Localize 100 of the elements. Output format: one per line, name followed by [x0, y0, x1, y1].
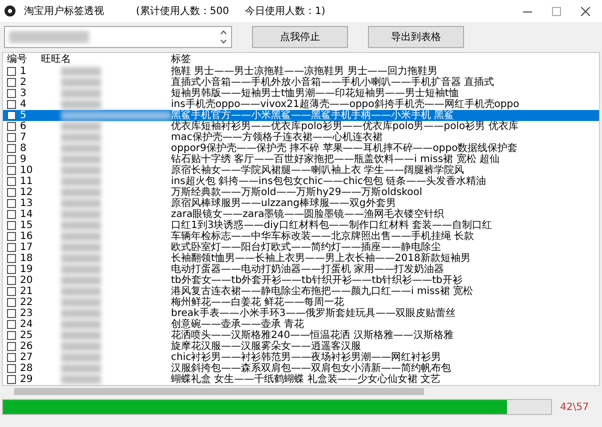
checkbox[interactable]	[7, 331, 16, 340]
table-row[interactable]: 19 电动打蛋器——电动打奶油器——打蛋机 家用——打发奶油器	[3, 264, 599, 275]
column-header[interactable]: 标签	[171, 54, 599, 64]
checkbox[interactable]	[7, 364, 16, 373]
row-number: 28	[20, 364, 33, 374]
column-header[interactable]: 旺旺名	[41, 54, 171, 64]
blurred-name	[61, 144, 101, 153]
row-number: 19	[20, 264, 33, 274]
column-header[interactable]: 编号	[3, 54, 41, 64]
tag-cell: 短袖男韩版——短袖男士t恤男潮——印花短袖男——男士短袖t恤	[171, 88, 459, 98]
table-row[interactable]: 2 直插式小音箱——手机外放小音箱——手机小喇叭——手机扩音器 直插式	[3, 77, 599, 88]
checkbox[interactable]	[7, 166, 16, 175]
tag-cell: 蝴蝶礼盒 女生——千纸鹤蝴蝶 礼盒装——少女心仙女裙 文艺	[171, 374, 441, 384]
tag-cell: 口红1到3块诱惑——diy口红材料包——制作口红材料 套装——自制口红	[171, 220, 492, 230]
table-row[interactable]: 3 短袖男韩版——短袖男士t恤男潮——印花短袖男——男士短袖t恤	[3, 88, 599, 99]
checkbox[interactable]	[7, 232, 16, 241]
checkbox[interactable]	[7, 100, 16, 109]
row-number: 6	[20, 122, 26, 132]
checkbox[interactable]	[7, 342, 16, 351]
checkbox[interactable]	[7, 298, 16, 307]
table-row[interactable]: 12 万斯经典款——万斯old——万斯hy29——万斯oldskool	[3, 187, 599, 198]
table-row[interactable]: 25 花洒喷头——汉斯格雅240——恒温花洒 汉斯格雅——汉斯格雅	[3, 330, 599, 341]
checkbox[interactable]	[7, 78, 16, 87]
table-row[interactable]: 6 优衣库短袖衬衫男——优衣库polo衫男——优衣库polo男——polo衫男 优衣库	[3, 121, 599, 132]
table-row[interactable]: 9 钻石贴十字绣 客厅——百世好家拖把——瓶盖饮料——i miss裙 宽松 超仙	[3, 154, 599, 165]
table-row[interactable]: 5 黑鲨手机官方——小米黑鲨——黑鲨手机手柄——小米手机 黑鲨	[3, 110, 599, 121]
checkbox[interactable]	[7, 276, 16, 285]
table-row[interactable]: 28 汉服斜挎包——森系双肩包——双肩包女小清新——简约帆布包	[3, 363, 599, 374]
scrollbar-thumb[interactable]	[14, 388, 424, 394]
checkbox[interactable]	[7, 177, 16, 186]
blurred-name	[61, 221, 101, 230]
tag-cell: 拖鞋 男士——男士凉拖鞋——凉拖鞋男 男士——回力拖鞋男	[171, 66, 438, 76]
checkbox[interactable]	[7, 67, 16, 76]
table-row[interactable]: 15 口红1到3块诱惑——diy口红材料包——制作口红材料 套装——自制口红	[3, 220, 599, 231]
checkbox[interactable]	[7, 199, 16, 208]
export-button[interactable]: 导出到表格	[368, 26, 464, 48]
checkbox[interactable]	[7, 287, 16, 296]
table-row[interactable]: 29 蝴蝶礼盒 女生——千纸鹤蝴蝶 礼盒装——少女心仙女裙 文艺	[3, 374, 599, 385]
blurred-name	[61, 122, 101, 131]
spinner-icon[interactable]	[220, 29, 227, 45]
table-row[interactable]: 14 zara眼镜女——zara墨镜——圆脸墨镜——渔网毛衣镂空针织	[3, 209, 599, 220]
progress-reading: 42\57	[560, 400, 590, 414]
checkbox[interactable]	[7, 122, 16, 131]
checkbox[interactable]	[7, 210, 16, 219]
checkbox[interactable]	[7, 111, 16, 120]
table-row[interactable]: 22 梅州鲜花——白姜花 鲜花——每周一花	[3, 297, 599, 308]
row-number: 16	[20, 232, 33, 242]
tag-cell: mac保护壳——方领格子连衣裙——心机连衣裙	[171, 132, 382, 142]
checkbox[interactable]	[7, 375, 16, 384]
row-number: 10	[20, 166, 33, 176]
table-row[interactable]: 1 拖鞋 男士——男士凉拖鞋——凉拖鞋男 男士——回力拖鞋男	[3, 66, 599, 77]
checkbox[interactable]	[7, 265, 16, 274]
blurred-name	[61, 298, 101, 307]
table-row[interactable]: 10 原宿长袖女——学院风裙腿——喇叭袖上衣 学生——阔腿裤学院风	[3, 165, 599, 176]
tag-cell: 港风复古连衣裙——静电除尘布拖把——颜九口红——i miss裙 宽松	[171, 286, 474, 296]
blurred-name	[61, 320, 101, 329]
tag-cell: chic衬衫男——衬衫韩范男——夜场衬衫男潮——网红衬衫男	[171, 352, 442, 362]
checkbox[interactable]	[7, 254, 16, 263]
table-row[interactable]: 13 原宿风棒球服男——ulzzang棒球服——双g外套男	[3, 198, 599, 209]
table-row[interactable]: 23 break手表——小米手环3——俄罗斯套娃玩具——双眼皮贴蕾丝	[3, 308, 599, 319]
checkbox[interactable]	[7, 243, 16, 252]
table-row[interactable]: 20 tb外套女——tb外套开衫——tb针织开衫——tb针织衫——tb开衫	[3, 275, 599, 286]
input-field[interactable]	[4, 26, 232, 48]
table-row[interactable]: 17 欧式卧室灯——阳台灯欧式——简约灯——插座——静电除尘	[3, 242, 599, 253]
checkbox[interactable]	[7, 353, 16, 362]
close-icon[interactable]	[581, 6, 590, 16]
table-row[interactable]: 24 创意碗——壶承——壶承 青花	[3, 319, 599, 330]
table-row[interactable]: 7 mac保护壳——方领格子连衣裙——心机连衣裙	[3, 132, 599, 143]
blurred-name	[61, 342, 101, 351]
stop-button[interactable]: 点我停止	[252, 26, 348, 48]
row-number: 26	[20, 342, 33, 352]
checkbox[interactable]	[7, 89, 16, 98]
row-number: 9	[20, 154, 26, 164]
blurred-name	[61, 67, 101, 76]
table-row[interactable]: 4 ins手机壳oppo——vivox21超薄壳——oppo斜挎手机壳——网红手机壳oppo	[3, 99, 599, 110]
blurred-name	[61, 364, 101, 373]
app-icon	[4, 5, 16, 17]
checkbox[interactable]	[7, 188, 16, 197]
tag-cell: 旋摩花汉服——汉服雾朵女——逍遥客汉服	[171, 342, 361, 352]
checkbox[interactable]	[7, 320, 16, 329]
row-number: 22	[20, 298, 33, 308]
table-row[interactable]: 16 车辆年检标志——中华车标改装——北京牌照出售——手机挂绳 长款	[3, 231, 599, 242]
blurred-name	[61, 210, 101, 219]
tag-cell: 汉服斜挎包——森系双肩包——双肩包女小清新——简约帆布包	[171, 364, 451, 374]
blurred-name	[61, 232, 101, 241]
table-row[interactable]: 27 chic衬衫男——衬衫韩范男——夜场衬衫男潮——网红衬衫男	[3, 352, 599, 363]
checkbox[interactable]	[7, 144, 16, 153]
row-number: 15	[20, 220, 33, 230]
window-title: 淘宝用户标签透视	[24, 4, 104, 18]
table-row[interactable]: 11 ins超火包 斜挎——ins包包女chic——chic包包 链条——头发香水精油	[3, 176, 599, 187]
tag-cell: break手表——小米手环3——俄罗斯套娃玩具——双眼皮贴蕾丝	[171, 308, 456, 318]
checkbox[interactable]	[7, 309, 16, 318]
checkbox[interactable]	[7, 155, 16, 164]
tag-cell: 创意碗——壶承——壶承 青花	[171, 320, 304, 330]
table-row[interactable]: 21 港风复古连衣裙——静电除尘布拖把——颜九口红——i miss裙 宽松	[3, 286, 599, 297]
table-row[interactable]: 8 oppor9保护壳——保护壳 摔不碎 苹果——耳机摔不碎——oppo数据线保护套	[3, 143, 599, 154]
table-row[interactable]: 18 长袖翻领t恤男——长袖上衣男——男上衣长袖——2018新款短袖男	[3, 253, 599, 264]
checkbox[interactable]	[7, 133, 16, 142]
checkbox[interactable]	[7, 221, 16, 230]
table-row[interactable]: 26 旋摩花汉服——汉服雾朵女——逍遥客汉服	[3, 341, 599, 352]
